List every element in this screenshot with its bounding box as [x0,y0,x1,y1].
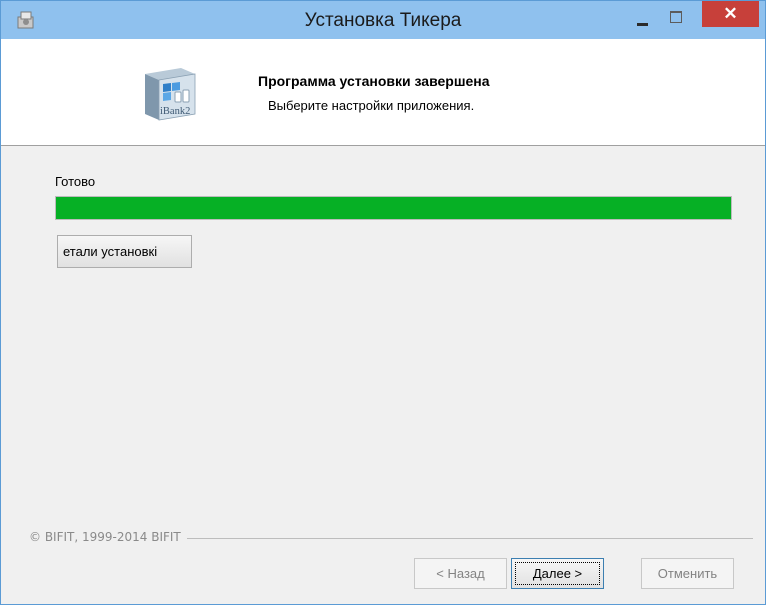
cancel-button[interactable]: Отменить [641,558,734,589]
progress-label: Готово [55,174,96,189]
next-button[interactable]: Далее > [511,558,604,589]
header-title: Программа установки завершена [258,73,490,89]
details-button[interactable]: етали установкі [57,235,192,268]
installer-window: Установка Тикера ✕ iBank2 Программа уста… [0,0,766,605]
maximize-icon[interactable] [665,6,687,28]
close-icon[interactable]: ✕ [702,1,759,27]
copyright-text: © BIFIT, 1999-2014 BIFIT [29,530,187,544]
footer-separator: © BIFIT, 1999-2014 BIFIT [29,530,753,546]
progress-bar [55,196,732,220]
title-bar[interactable]: Установка Тикера ✕ [1,1,765,39]
back-button[interactable]: < Назад [414,558,507,589]
header-subtitle: Выберите настройки приложения. [268,98,475,113]
minimize-icon[interactable] [632,12,654,30]
wizard-header: iBank2 Программа установки завершена Выб… [1,39,765,146]
ibank2-logo-icon: iBank2 [145,68,196,121]
svg-text:iBank2: iBank2 [160,106,190,117]
focus-rect [515,562,600,585]
progress-fill [56,197,731,219]
